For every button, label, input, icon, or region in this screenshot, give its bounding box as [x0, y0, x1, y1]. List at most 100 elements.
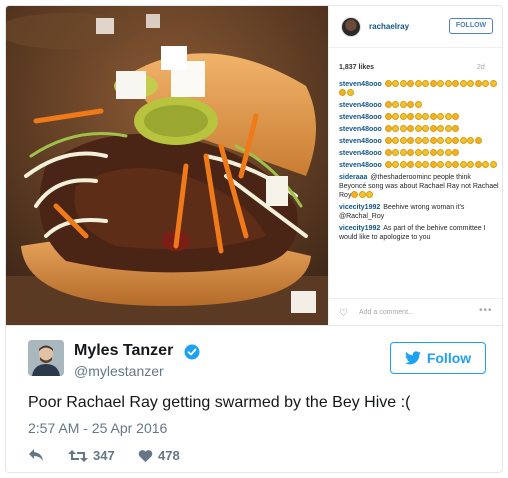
bee-emoji-icon — [489, 80, 497, 87]
bee-emoji-icon — [474, 137, 482, 144]
comment-username[interactable]: vicecity1992 — [339, 225, 380, 232]
bee-emoji-icon — [392, 137, 400, 144]
bee-emoji-icon — [467, 137, 475, 144]
instagram-avatar[interactable] — [341, 17, 361, 37]
follow-label: Follow — [426, 350, 472, 366]
more-options-icon[interactable]: ••• — [479, 305, 493, 316]
bee-emoji-icon — [414, 113, 422, 120]
bee-emoji-icon — [444, 149, 452, 156]
bee-emoji-icon — [414, 125, 422, 132]
bee-emoji-icon — [482, 80, 490, 87]
bee-emoji-icon — [437, 113, 445, 120]
bee-emoji-icon — [437, 149, 445, 156]
instagram-comment: steven48ooo — [339, 137, 499, 146]
instagram-comment: steven48ooo — [339, 101, 499, 110]
bee-emoji-icon — [407, 125, 415, 132]
bee-emoji-icon — [392, 161, 400, 168]
bee-emoji-icon — [339, 89, 346, 96]
bee-emoji-icon — [384, 125, 392, 132]
instagram-likes: 1,837 likes — [339, 64, 375, 71]
bee-emoji-icon — [407, 161, 415, 168]
instagram-comment: steven48ooo — [339, 125, 499, 134]
bee-emoji-icon — [414, 101, 422, 108]
comment-username[interactable]: steven48ooo — [339, 150, 382, 157]
like-button[interactable]: 478 — [138, 448, 180, 463]
embedded-tweet: rachaelray FOLLOW 1,837 likes 2d steven4… — [5, 5, 503, 473]
bee-emoji-icon — [444, 137, 452, 144]
bee-emoji-icon — [399, 113, 407, 120]
comment-username[interactable]: steven48ooo — [339, 114, 382, 121]
instagram-post-age: 2d — [477, 64, 485, 71]
bee-emoji-icon — [399, 125, 407, 132]
bee-emoji-icon — [437, 125, 445, 132]
instagram-comment: steven48ooo — [339, 149, 499, 158]
instagram-follow-button[interactable]: FOLLOW — [449, 18, 493, 34]
bee-emoji-icon — [452, 161, 460, 168]
instagram-screenshot[interactable]: rachaelray FOLLOW 1,837 likes 2d steven4… — [6, 6, 502, 326]
bee-emoji-icon — [407, 80, 415, 87]
bee-emoji-icon — [444, 113, 452, 120]
instagram-comment: steven48ooo — [339, 113, 499, 122]
bee-emoji-icon — [467, 161, 475, 168]
ig-heart-icon[interactable]: ♡ — [339, 308, 348, 319]
bee-emoji-icon — [384, 101, 392, 108]
bee-emoji-icon — [444, 80, 452, 87]
comment-username[interactable]: steven48ooo — [339, 162, 382, 169]
author-handle[interactable]: @mylestanzer — [74, 363, 164, 379]
bee-emoji-icon — [384, 161, 392, 168]
author-name[interactable]: Myles Tanzer — [74, 342, 173, 360]
comment-username[interactable]: sideraaa — [339, 174, 367, 181]
bee-emoji-icon — [384, 149, 392, 156]
bee-emoji-icon — [422, 137, 430, 144]
bee-emoji-icon — [407, 101, 415, 108]
instagram-username[interactable]: rachaelray — [369, 22, 409, 31]
bee-emoji-icon — [384, 137, 392, 144]
bee-emoji-icon — [414, 161, 422, 168]
bee-emoji-icon — [422, 125, 430, 132]
bee-emoji-icon — [399, 137, 407, 144]
comment-username[interactable]: vicecity1992 — [339, 204, 380, 211]
bee-emoji-icon — [489, 161, 497, 168]
comment-username[interactable]: steven48ooo — [339, 138, 382, 145]
bee-emoji-icon — [392, 125, 400, 132]
bee-emoji-icon — [399, 161, 407, 168]
bee-emoji-icon — [437, 80, 445, 87]
bee-emoji-icon — [429, 149, 437, 156]
bee-emoji-icon — [452, 137, 460, 144]
twitter-bird-icon — [404, 351, 421, 365]
bee-emoji-icon — [444, 161, 452, 168]
bee-emoji-icon — [392, 113, 400, 120]
instagram-comment: vicecity1992 As part of the behive commit… — [339, 224, 499, 242]
bee-emoji-icon — [346, 89, 354, 96]
author-avatar[interactable] — [28, 340, 64, 376]
bee-emoji-icon — [358, 191, 366, 198]
bee-emoji-icon — [459, 137, 467, 144]
add-comment-input[interactable]: Add a comment... — [359, 309, 414, 316]
instagram-side-panel: rachaelray FOLLOW 1,837 likes 2d steven4… — [328, 6, 502, 325]
bee-emoji-icon — [351, 191, 359, 198]
instagram-header: rachaelray FOLLOW — [329, 6, 502, 48]
bee-emoji-icon — [384, 80, 392, 87]
retweet-button[interactable]: 347 — [68, 448, 115, 463]
heart-icon — [138, 449, 153, 462]
bee-emoji-icon — [474, 80, 482, 87]
bee-emoji-icon — [429, 137, 437, 144]
bee-emoji-icon — [452, 80, 460, 87]
bee-emoji-icon — [414, 149, 422, 156]
bee-emoji-icon — [429, 125, 437, 132]
instagram-comment: steven48ooo — [339, 161, 499, 170]
bee-emoji-icon — [392, 80, 400, 87]
instagram-comments: steven48ooo steven48ooo steven48ooo steven4… — [339, 80, 499, 245]
like-count: 478 — [158, 448, 180, 463]
retweet-icon — [68, 449, 88, 462]
follow-button[interactable]: Follow — [390, 342, 486, 374]
bee-emoji-icon — [407, 113, 415, 120]
comment-username[interactable]: steven48ooo — [339, 102, 382, 109]
bee-emoji-icon — [407, 149, 415, 156]
comment-username[interactable]: steven48ooo — [339, 126, 382, 133]
tweet-timestamp[interactable]: 2:57 AM - 25 Apr 2016 — [28, 420, 167, 436]
bee-emoji-icon — [392, 149, 400, 156]
instagram-comment: sideraaa @theshaderoominc people think Be… — [339, 173, 499, 200]
reply-button[interactable] — [28, 448, 44, 462]
comment-username[interactable]: steven48ooo — [339, 81, 382, 88]
